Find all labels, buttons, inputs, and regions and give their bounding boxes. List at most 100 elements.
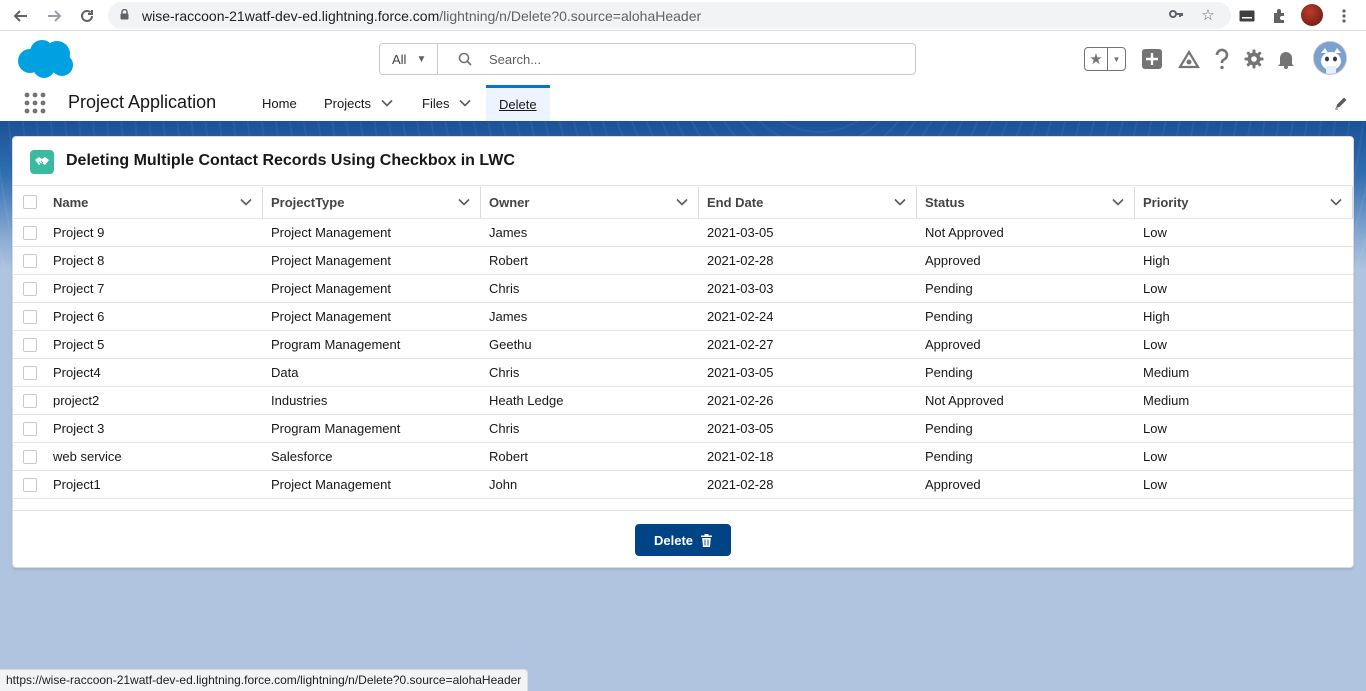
table-row[interactable]: Project 3 Program Management Chris 2021-03-… xyxy=(13,414,1353,443)
row-checkbox[interactable] xyxy=(23,253,37,268)
row-checkbox[interactable] xyxy=(23,309,37,324)
cell-end-date: 2021-02-26 xyxy=(699,386,917,415)
cell-text: Project Management xyxy=(271,225,391,240)
cell-priority: Low xyxy=(1135,330,1353,359)
bell-icon[interactable] xyxy=(1274,47,1298,71)
edit-pencil-icon[interactable] xyxy=(1334,96,1348,110)
table-row[interactable]: Project 8 Project Management Robert 2021-02… xyxy=(13,246,1353,275)
delete-button[interactable]: Delete xyxy=(635,524,731,556)
search-scope-select[interactable]: All ▼ xyxy=(379,43,438,75)
address-bar[interactable]: wise-raccoon-21watf-dev-ed.lightning.for… xyxy=(108,2,1231,29)
records-table: Name ProjectType Owner End Date Status P… xyxy=(13,185,1353,499)
column-header-projecttype[interactable]: ProjectType xyxy=(263,185,481,219)
setup-gear-icon[interactable] xyxy=(1242,47,1266,71)
row-select-cell xyxy=(13,358,45,387)
chevron-down-icon[interactable] xyxy=(894,198,906,206)
global-search[interactable] xyxy=(437,43,916,75)
nav-tab-delete[interactable]: Delete xyxy=(486,85,550,121)
select-all-checkbox[interactable] xyxy=(23,195,37,209)
column-header-owner[interactable]: Owner xyxy=(481,185,699,219)
column-header-priority[interactable]: Priority xyxy=(1135,185,1353,219)
row-select-cell xyxy=(13,386,45,415)
cell-text: 2021-03-05 xyxy=(707,365,774,380)
row-checkbox[interactable] xyxy=(23,281,37,296)
column-header-status[interactable]: Status xyxy=(917,185,1135,219)
nav-tab-projects[interactable]: Projects xyxy=(324,85,393,121)
cell-text: 2021-02-27 xyxy=(707,337,774,352)
cell-owner: Chris xyxy=(481,274,699,303)
chevron-down-icon[interactable] xyxy=(459,99,472,107)
table-row[interactable]: Project 9 Project Management James 2021-03-… xyxy=(13,218,1353,247)
cell-status: Pending xyxy=(917,358,1135,387)
chevron-down-icon[interactable] xyxy=(1330,198,1342,206)
table-row[interactable]: web service Salesforce Robert 2021-02-18 Pen… xyxy=(13,442,1353,471)
cell-text: 2021-02-24 xyxy=(707,309,774,324)
table-row[interactable]: Project1 Project Management John 2021-02-28… xyxy=(13,470,1353,499)
chevron-down-icon[interactable] xyxy=(240,198,252,206)
forward-icon[interactable] xyxy=(43,5,65,27)
cell-text: Medium xyxy=(1143,365,1190,380)
bookmark-star-icon[interactable]: ☆ xyxy=(1198,6,1218,26)
row-checkbox[interactable] xyxy=(23,337,37,352)
chevron-down-icon[interactable] xyxy=(1112,198,1124,206)
row-checkbox[interactable] xyxy=(23,365,37,380)
cell-end-date: 2021-02-28 xyxy=(699,470,917,499)
row-checkbox[interactable] xyxy=(23,449,37,464)
chevron-down-icon[interactable] xyxy=(676,198,688,206)
help-icon[interactable] xyxy=(1210,47,1234,71)
media-icon[interactable] xyxy=(1236,5,1258,27)
cell-text: 2021-02-18 xyxy=(707,449,774,464)
chevron-down-icon[interactable] xyxy=(381,99,393,107)
cell-status: Pending xyxy=(917,302,1135,331)
extensions-icon[interactable] xyxy=(1268,5,1290,27)
table-row[interactable]: Project 7 Project Management Chris 2021-03-… xyxy=(13,274,1353,303)
add-icon[interactable] xyxy=(1140,47,1164,71)
nav-tab-home[interactable]: Home xyxy=(262,85,297,121)
cell-status: Approved xyxy=(917,470,1135,499)
table-row[interactable]: project2 Industries Heath Ledge 2021-02-26 N… xyxy=(13,386,1353,415)
cell-priority: Medium xyxy=(1135,386,1353,415)
cell-status: Not Approved xyxy=(917,218,1135,247)
cell-status: Pending xyxy=(917,414,1135,443)
nav-tab-files[interactable]: Files xyxy=(422,85,472,121)
chevron-down-icon: ▼ xyxy=(416,53,427,65)
profile-avatar[interactable] xyxy=(1301,4,1323,26)
favorites-star-icon[interactable]: ★ xyxy=(1085,48,1108,70)
cell-projecttype: Program Management xyxy=(263,330,481,359)
cell-text: Salesforce xyxy=(271,449,333,464)
table-body: Project 9 Project Management James 2021-03-… xyxy=(13,218,1353,499)
cell-owner: John xyxy=(481,470,699,499)
back-icon[interactable] xyxy=(10,5,32,27)
user-avatar[interactable] xyxy=(1313,41,1347,75)
favorites-button-group[interactable]: ★ ▼ xyxy=(1084,47,1126,71)
table-row[interactable]: Project 5 Program Management Geethu 2021-02… xyxy=(13,330,1353,359)
salesforce-cloud-icon[interactable] xyxy=(16,39,74,79)
cell-name: project2 xyxy=(45,386,263,415)
cell-status: Approved xyxy=(917,330,1135,359)
app-launcher-icon[interactable] xyxy=(24,92,46,114)
search-input[interactable] xyxy=(489,49,889,69)
key-icon[interactable] xyxy=(1166,6,1186,26)
column-label: Owner xyxy=(489,194,530,210)
row-checkbox[interactable] xyxy=(23,421,37,436)
row-checkbox[interactable] xyxy=(23,393,37,408)
cell-text: Medium xyxy=(1143,393,1190,408)
cell-text: 2021-02-28 xyxy=(707,477,774,492)
cell-name: Project 3 xyxy=(45,414,263,443)
table-row[interactable]: Project4 Data Chris 2021-03-05 Pending Medium xyxy=(13,358,1353,387)
chevron-down-icon[interactable] xyxy=(458,198,470,206)
column-header-end-date[interactable]: End Date xyxy=(699,185,917,219)
cell-projecttype: Industries xyxy=(263,386,481,415)
row-checkbox[interactable] xyxy=(23,225,37,240)
row-select-cell xyxy=(13,470,45,499)
column-header-name[interactable]: Name xyxy=(45,185,263,219)
cell-text: Project4 xyxy=(53,365,101,380)
row-checkbox[interactable] xyxy=(23,477,37,492)
reload-icon[interactable] xyxy=(76,5,98,27)
link-status-bar: https://wise-raccoon-21watf-dev-ed.light… xyxy=(0,669,529,691)
chevron-down-icon[interactable]: ▼ xyxy=(1108,48,1125,70)
table-row[interactable]: Project 6 Project Management James 2021-02-… xyxy=(13,302,1353,331)
cell-text: Project 9 xyxy=(53,225,105,240)
menu-dots-icon[interactable] xyxy=(1333,5,1355,27)
trailhead-icon[interactable] xyxy=(1177,47,1201,71)
